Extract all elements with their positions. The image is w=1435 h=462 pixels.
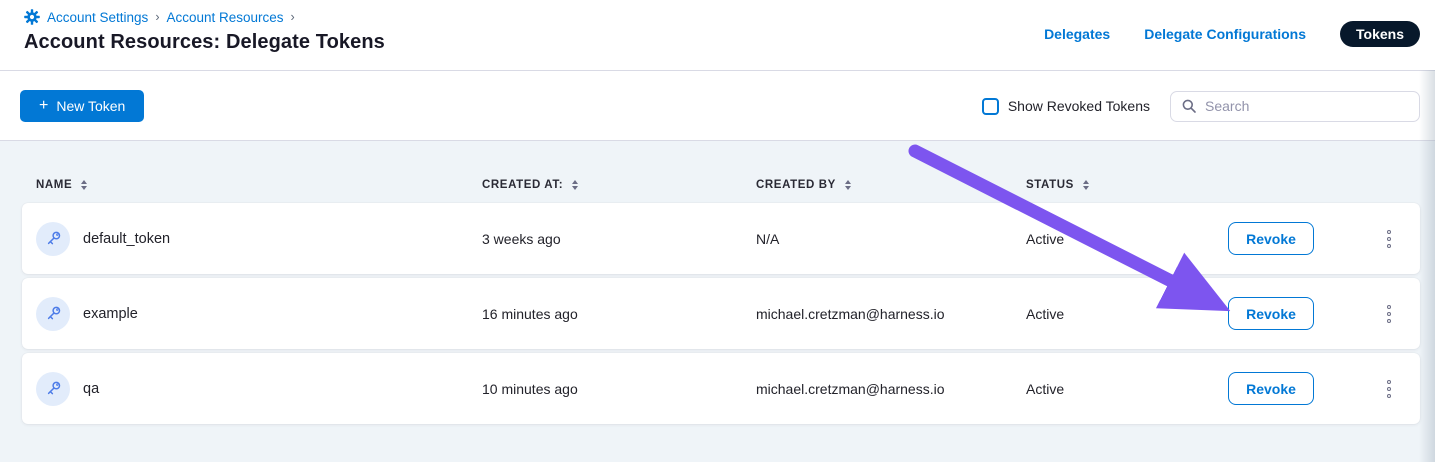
token-key-icon [36,297,70,331]
menu-cell [1378,299,1420,329]
name-cell: example [36,297,482,331]
status-cell: Active [1026,306,1226,322]
toolbar-right: Show Revoked Tokens [982,90,1420,122]
sort-icon[interactable] [572,180,578,190]
column-header-label: STATUS [1026,179,1074,191]
action-cell: Revoke [1226,297,1378,330]
sort-icon[interactable] [845,180,851,190]
show-revoked-label: Show Revoked Tokens [1008,98,1150,114]
column-header-name[interactable]: NAME [36,179,482,191]
tab-tokens-active[interactable]: Tokens [1340,21,1420,47]
breadcrumb-link-account-settings[interactable]: Account Settings [47,10,148,25]
settings-gear-icon [24,9,40,25]
table-header-row: NAME CREATED AT: CREATED BY STATUS [36,179,1420,191]
breadcrumb-link-account-resources[interactable]: Account Resources [166,10,283,25]
token-name: example [83,306,138,322]
column-header-label: NAME [36,179,72,191]
column-header-label: CREATED BY [756,179,836,191]
table-row-qa[interactable]: qa 10 minutes ago michael.cretzman@harne… [22,353,1420,424]
created-by-cell: michael.cretzman@harness.io [756,306,1026,322]
table-row-default-token[interactable]: default_token 3 weeks ago N/A Active Rev… [22,203,1420,274]
token-name: default_token [83,231,170,247]
table-body: default_token 3 weeks ago N/A Active Rev… [22,203,1420,424]
breadcrumb: Account Settings › Account Resources › [24,9,295,25]
search-box[interactable] [1170,91,1420,122]
breadcrumb-separator: › [155,10,159,24]
action-cell: Revoke [1226,372,1378,405]
tab-delegate-configurations[interactable]: Delegate Configurations [1144,26,1306,42]
action-cell: Revoke [1226,222,1378,255]
show-revoked-tokens-toggle[interactable]: Show Revoked Tokens [982,98,1150,115]
kebab-menu-icon[interactable] [1382,224,1396,254]
created-at-cell: 10 minutes ago [482,381,756,397]
created-at-cell: 3 weeks ago [482,231,756,247]
name-cell: qa [36,372,482,406]
column-header-created-by[interactable]: CREATED BY [756,179,1026,191]
plus-icon: + [39,98,48,114]
table-row-example[interactable]: example 16 minutes ago michael.cretzman@… [22,278,1420,349]
breadcrumb-separator: › [291,10,295,24]
sort-icon[interactable] [81,180,87,190]
search-icon [1181,98,1197,114]
header-tabs: Delegates Delegate Configurations Tokens [1044,21,1420,47]
kebab-menu-icon[interactable] [1382,374,1396,404]
created-by-cell: N/A [756,231,1026,247]
header-divider [0,70,1435,71]
column-header-created-at[interactable]: CREATED AT: [482,179,756,191]
revoke-button-row-example[interactable]: Revoke [1228,297,1314,330]
tab-delegates[interactable]: Delegates [1044,26,1110,42]
kebab-menu-icon[interactable] [1382,299,1396,329]
new-token-button[interactable]: + New Token [20,90,144,122]
new-token-label: New Token [56,98,125,114]
menu-cell [1378,224,1420,254]
token-key-icon [36,222,70,256]
sort-icon[interactable] [1083,180,1089,190]
created-at-cell: 16 minutes ago [482,306,756,322]
name-cell: default_token [36,222,482,256]
search-input[interactable] [1205,98,1409,114]
show-revoked-checkbox[interactable] [982,98,999,115]
tokens-table-section: NAME CREATED AT: CREATED BY STATUS [0,141,1435,462]
column-header-status[interactable]: STATUS [1026,179,1420,191]
status-cell: Active [1026,231,1226,247]
revoke-button[interactable]: Revoke [1228,372,1314,405]
token-key-icon [36,372,70,406]
page-title: Account Resources: Delegate Tokens [24,31,385,54]
revoke-button[interactable]: Revoke [1228,222,1314,255]
created-by-cell: michael.cretzman@harness.io [756,381,1026,397]
status-cell: Active [1026,381,1226,397]
menu-cell [1378,374,1420,404]
token-name: qa [83,381,99,397]
column-header-label: CREATED AT: [482,179,563,191]
